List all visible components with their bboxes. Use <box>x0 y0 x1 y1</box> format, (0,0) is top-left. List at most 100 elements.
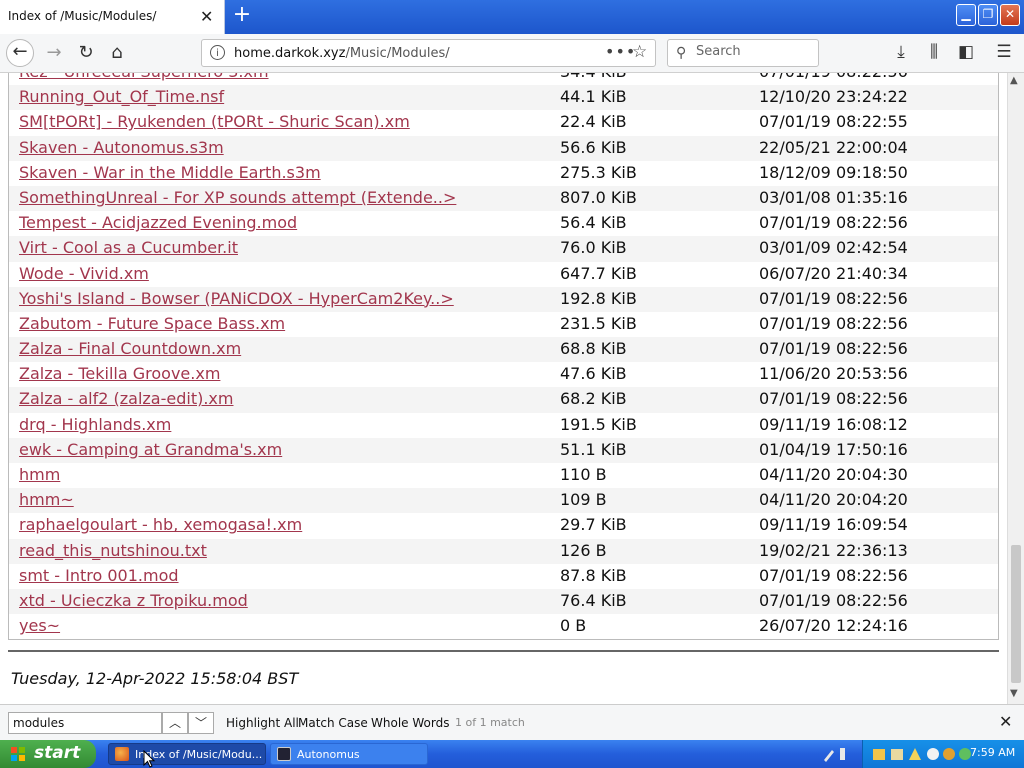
file-date: 04/11/20 20:04:20 <box>759 490 908 510</box>
table-row: Zabutom - Future Space Bass.xm 231.5 KiB 0… <box>9 312 998 337</box>
sidebar-icon[interactable]: ◧ <box>955 42 977 62</box>
file-link[interactable]: Skaven - War in the Middle Earth.s3m <box>19 163 321 182</box>
tray-tools-icon[interactable] <box>820 744 852 764</box>
file-date: 07/01/19 08:22:55 <box>759 112 908 132</box>
file-link[interactable]: Yoshi's Island - Bowser (PANiCDOX - Hype… <box>19 289 454 308</box>
library-icon[interactable]: ⫼ <box>923 42 945 62</box>
maximize-button[interactable]: ❐ <box>978 4 998 26</box>
file-link[interactable]: hmm~ <box>19 490 74 509</box>
vertical-scrollbar[interactable]: ▲ ▼ <box>1007 73 1024 704</box>
file-link[interactable]: SomethingUnreal - For XP sounds attempt … <box>19 188 456 207</box>
file-size: 76.0 KiB <box>560 238 627 258</box>
file-link[interactable]: Zalza - Tekilla Groove.xm <box>19 364 220 383</box>
tab-strip: Index of /Music/Modules/ ✕ + ▁ ❐ ✕ <box>0 0 1024 34</box>
file-date: 03/01/09 02:42:54 <box>759 238 908 258</box>
search-input[interactable] <box>696 44 811 59</box>
file-date: 07/01/19 08:22:56 <box>759 339 908 359</box>
find-status: 1 of 1 match <box>455 716 525 729</box>
bookmark-star-icon[interactable]: ☆ <box>632 42 647 62</box>
highlight-all-toggle[interactable]: Highlight All <box>226 716 299 730</box>
file-date: 06/07/20 21:40:34 <box>759 263 908 283</box>
close-window-button[interactable]: ✕ <box>1000 4 1020 26</box>
file-link[interactable]: ewk - Camping at Grandma's.xm <box>19 440 282 459</box>
table-row: hmm 110 B 04/11/20 20:04:30 <box>9 463 998 488</box>
start-button[interactable]: start <box>0 740 96 768</box>
table-row: xtd - Ucieczka z Tropiku.mod 76.4 KiB 07/0… <box>9 588 998 615</box>
start-label: start <box>34 743 81 763</box>
tab-active[interactable]: Index of /Music/Modules/ ✕ <box>0 0 225 34</box>
find-input[interactable] <box>8 712 162 734</box>
table-row: Virt - Cool as a Cucumber.it 76.0 KiB 03/0… <box>9 236 998 262</box>
file-date: 22/05/21 22:00:04 <box>759 137 908 157</box>
home-icon[interactable]: ⌂ <box>103 39 131 67</box>
url-host: home.darkok.xyz <box>234 46 346 61</box>
file-size: 191.5 KiB <box>560 414 637 434</box>
file-link[interactable]: drq - Highlands.xm <box>19 415 171 434</box>
reload-icon[interactable]: ↻ <box>72 39 100 67</box>
file-date: 09/11/19 16:09:54 <box>759 515 908 535</box>
search-icon: ⚲ <box>676 45 687 61</box>
whole-words-toggle[interactable]: Whole Words <box>371 716 449 730</box>
nav-toolbar: ← → ↻ ⌂ i home.darkok.xyz/Music/Modules/… <box>0 34 1024 73</box>
file-date: 07/01/19 08:22:56 <box>759 73 908 81</box>
scroll-up-icon[interactable]: ▲ <box>1010 75 1018 86</box>
tray-icons[interactable] <box>871 746 976 762</box>
new-tab-icon[interactable]: + <box>230 2 254 27</box>
file-link[interactable]: yes~ <box>19 616 60 635</box>
minimize-button[interactable]: ▁ <box>956 4 976 26</box>
find-close-icon[interactable]: ✕ <box>999 712 1012 731</box>
file-link[interactable]: Wode - Vivid.xm <box>19 264 149 283</box>
file-link[interactable]: hmm <box>19 465 60 484</box>
file-size: 51.1 KiB <box>560 439 627 459</box>
file-link[interactable]: Zalza - alf2 (zalza-edit).xm <box>19 389 233 408</box>
file-date: 19/02/21 22:36:13 <box>759 540 908 560</box>
file-link[interactable]: Zalza - Final Countdown.xm <box>19 339 241 358</box>
mouse-cursor-icon <box>143 750 156 768</box>
file-link[interactable]: read_this_nutshinou.txt <box>19 541 207 560</box>
file-link[interactable]: Tempest - Acidjazzed Evening.mod <box>19 213 297 232</box>
table-row: SomethingUnreal - For XP sounds attempt … <box>9 185 998 212</box>
tab-title: Index of /Music/Modules/ <box>8 9 157 23</box>
search-box[interactable]: ⚲ <box>667 39 819 67</box>
file-link[interactable]: raphaelgoulart - hb, xemogasa!.xm <box>19 515 302 534</box>
forward-icon[interactable]: → <box>40 39 68 67</box>
url-text[interactable]: home.darkok.xyz/Music/Modules/ <box>234 46 450 61</box>
file-size: 68.8 KiB <box>560 339 627 359</box>
file-link[interactable]: Virt - Cool as a Cucumber.it <box>19 238 238 257</box>
url-bar[interactable]: i home.darkok.xyz/Music/Modules/ ••• ☆ <box>201 39 656 67</box>
file-date: 07/01/19 08:22:56 <box>759 565 908 585</box>
tab-close-icon[interactable]: ✕ <box>200 7 213 26</box>
taskbar-item-browser[interactable]: Index of /Music/Modu... <box>108 743 266 765</box>
file-date: 01/04/19 17:50:16 <box>759 439 908 459</box>
file-link[interactable]: Running_Out_Of_Time.nsf <box>19 87 224 106</box>
file-link[interactable]: Skaven - Autonomus.s3m <box>19 138 224 157</box>
file-link[interactable]: Rez - Unreeeal Superhero 3.xm <box>19 73 269 81</box>
file-date: 18/12/09 09:18:50 <box>759 162 908 182</box>
find-next-icon[interactable]: ﹀ <box>188 712 214 734</box>
taskbar-item-player[interactable]: Autonomus <box>270 743 428 765</box>
file-size: 110 B <box>560 465 607 484</box>
page-content: Rez - Unreeeal Superhero 3.xm 34.4 KiB 07/… <box>0 73 1007 704</box>
menu-icon[interactable]: ☰ <box>993 42 1015 62</box>
file-link[interactable]: Zabutom - Future Space Bass.xm <box>19 314 285 333</box>
info-icon[interactable]: i <box>210 45 225 60</box>
file-link[interactable]: SM[tPORt] - Ryukenden (tPORt - Shuric Sc… <box>19 112 410 131</box>
windows-logo-icon <box>11 747 25 761</box>
table-row: Yoshi's Island - Bowser (PANiCDOX - Hype… <box>9 286 998 312</box>
find-previous-icon[interactable]: ︿ <box>162 712 188 734</box>
table-row: Rez - Unreeeal Superhero 3.xm 34.4 KiB 07/… <box>9 73 998 85</box>
file-size: 47.6 KiB <box>560 364 627 384</box>
match-case-toggle[interactable]: Match Case <box>298 716 368 730</box>
download-icon[interactable]: ⤓ <box>890 42 912 62</box>
table-row: smt - Intro 001.mod 87.8 KiB 07/01/19 08:2… <box>9 564 998 589</box>
table-row: Zalza - Final Countdown.xm 68.8 KiB 07/01/… <box>9 337 998 363</box>
file-date: 07/01/19 08:22:56 <box>759 389 908 409</box>
file-date: 04/11/20 20:04:30 <box>759 465 908 484</box>
file-link[interactable]: smt - Intro 001.mod <box>19 566 179 585</box>
file-size: 109 B <box>560 490 607 510</box>
back-icon[interactable]: ← <box>6 39 34 67</box>
file-link[interactable]: xtd - Ucieczka z Tropiku.mod <box>19 591 248 610</box>
file-date: 09/11/19 16:08:12 <box>759 414 908 434</box>
scrollbar-thumb[interactable] <box>1011 545 1021 683</box>
scroll-down-icon[interactable]: ▼ <box>1010 688 1018 699</box>
